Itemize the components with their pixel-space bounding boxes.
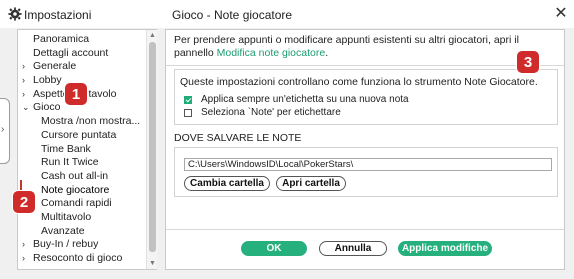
collapse-handle[interactable]: › xyxy=(0,98,10,164)
title-bar: Impostazioni Gioco - Note giocatore ✕ xyxy=(0,0,574,28)
sidebar-item[interactable]: Note giocatore xyxy=(18,184,146,198)
apply-changes-button[interactable]: Applica modifiche xyxy=(398,241,492,256)
sidebar-item-label: Resoconto di gioco xyxy=(33,252,123,264)
open-folder-button[interactable]: Apri cartella xyxy=(276,176,346,191)
sidebar-item-label: Time Bank xyxy=(41,142,91,155)
close-icon[interactable]: ✕ xyxy=(552,5,570,23)
sidebar-item[interactable]: Cash out all-in xyxy=(18,170,146,184)
chevron-right-icon[interactable]: › xyxy=(22,60,25,74)
sidebar-item[interactable]: Run It Twice xyxy=(18,156,146,170)
chevron-right-icon[interactable]: › xyxy=(22,252,25,266)
sidebar-item-label: Mostra /non mostra... xyxy=(41,115,141,128)
always-tag-checkbox[interactable] xyxy=(184,96,192,104)
settings-tree: Panoramica Dettagli account › Generale › Lobb… xyxy=(18,33,146,266)
sidebar-item[interactable]: Cursore puntata xyxy=(18,129,146,143)
sidebar-item-label: Gioco xyxy=(33,101,61,114)
sidebar-item[interactable]: Panoramica xyxy=(18,33,146,47)
sidebar-item-label: Avanzate xyxy=(41,224,85,237)
select-notes-label: Seleziona `Note' per etichettare xyxy=(201,107,341,118)
always-tag-label: Applica sempre un'etichetta su una nuova… xyxy=(201,94,409,105)
ok-button[interactable]: OK xyxy=(241,241,307,256)
gear-icon xyxy=(8,7,22,21)
sidebar-item-label: Lobby xyxy=(33,74,62,87)
edit-notes-link[interactable]: Modifica note giocatore xyxy=(217,47,326,59)
chevron-right-icon[interactable]: › xyxy=(22,238,25,252)
sidebar-item-label: Comandi rapidi xyxy=(41,197,112,210)
intro-text: Per prendere appunti o modificare appunt… xyxy=(174,34,559,59)
sidebar-item[interactable]: › Buy-In / rebuy xyxy=(18,238,146,252)
sidebar-item[interactable]: Avanzate xyxy=(18,225,146,239)
save-location-box: Cambia cartella Apri cartella xyxy=(174,147,558,197)
sidebar-item[interactable]: Comandi rapidi xyxy=(18,197,146,211)
change-folder-button[interactable]: Cambia cartella xyxy=(184,176,270,191)
scroll-down-icon[interactable]: ▼ xyxy=(148,259,157,268)
select-notes-checkbox[interactable] xyxy=(184,109,192,117)
save-location-heading: DOVE SALVARE LE NOTE xyxy=(174,132,302,144)
chevron-right-icon[interactable]: › xyxy=(22,74,25,88)
scrollbar-thumb[interactable] xyxy=(149,42,156,252)
sidebar-item-label: Note giocatore xyxy=(41,183,110,196)
sidebar-item-label: Run It Twice xyxy=(41,156,99,169)
sidebar-item[interactable]: Multitavolo xyxy=(18,211,146,225)
divider xyxy=(166,229,564,230)
settings-box: Queste impostazioni controllano come fun… xyxy=(174,69,558,125)
scroll-up-icon[interactable]: ▲ xyxy=(148,31,157,40)
chevron-down-icon[interactable]: ⌄ xyxy=(22,101,30,115)
notes-path-field[interactable] xyxy=(184,158,552,171)
intro-period: . xyxy=(325,46,329,59)
sidebar-item-label: Dettagli account xyxy=(33,46,109,59)
sidebar-scrollbar[interactable]: ▲ ▼ xyxy=(146,30,157,269)
sidebar-item[interactable]: Dettagli account xyxy=(18,47,146,61)
chevron-right-icon: › xyxy=(1,124,5,135)
app-title: Impostazioni xyxy=(24,8,92,22)
sidebar-item-label: Generale xyxy=(33,60,77,73)
divider xyxy=(166,65,564,66)
settings-sidebar: Panoramica Dettagli account › Generale › Lobb… xyxy=(17,29,157,270)
sidebar-item-label: Buy-In / rebuy xyxy=(33,238,99,251)
sidebar-item[interactable]: Time Bank xyxy=(18,143,146,157)
annotation-badge-1: 1 xyxy=(64,82,88,106)
main-panel: Per prendere appunti o modificare appunt… xyxy=(165,29,565,270)
sidebar-item-label: Panoramica xyxy=(33,33,90,45)
sidebar-item-label: Cash out all-in xyxy=(41,169,109,182)
sidebar-item[interactable]: › Generale xyxy=(18,60,146,74)
sidebar-item-label: Multitavolo xyxy=(41,210,92,223)
settings-description: Queste impostazioni controllano come fun… xyxy=(180,76,538,88)
sidebar-item[interactable]: › Resoconto di gioco xyxy=(18,252,146,266)
sidebar-item-label: Cursore puntata xyxy=(41,128,117,141)
panel-title: Gioco - Note giocatore xyxy=(172,8,293,22)
cancel-button[interactable]: Annulla xyxy=(319,241,387,256)
annotation-badge-2: 2 xyxy=(12,190,36,214)
annotation-badge-3: 3 xyxy=(516,50,540,74)
chevron-right-icon[interactable]: › xyxy=(22,88,25,102)
sidebar-item[interactable]: Mostra /non mostra... xyxy=(18,115,146,129)
